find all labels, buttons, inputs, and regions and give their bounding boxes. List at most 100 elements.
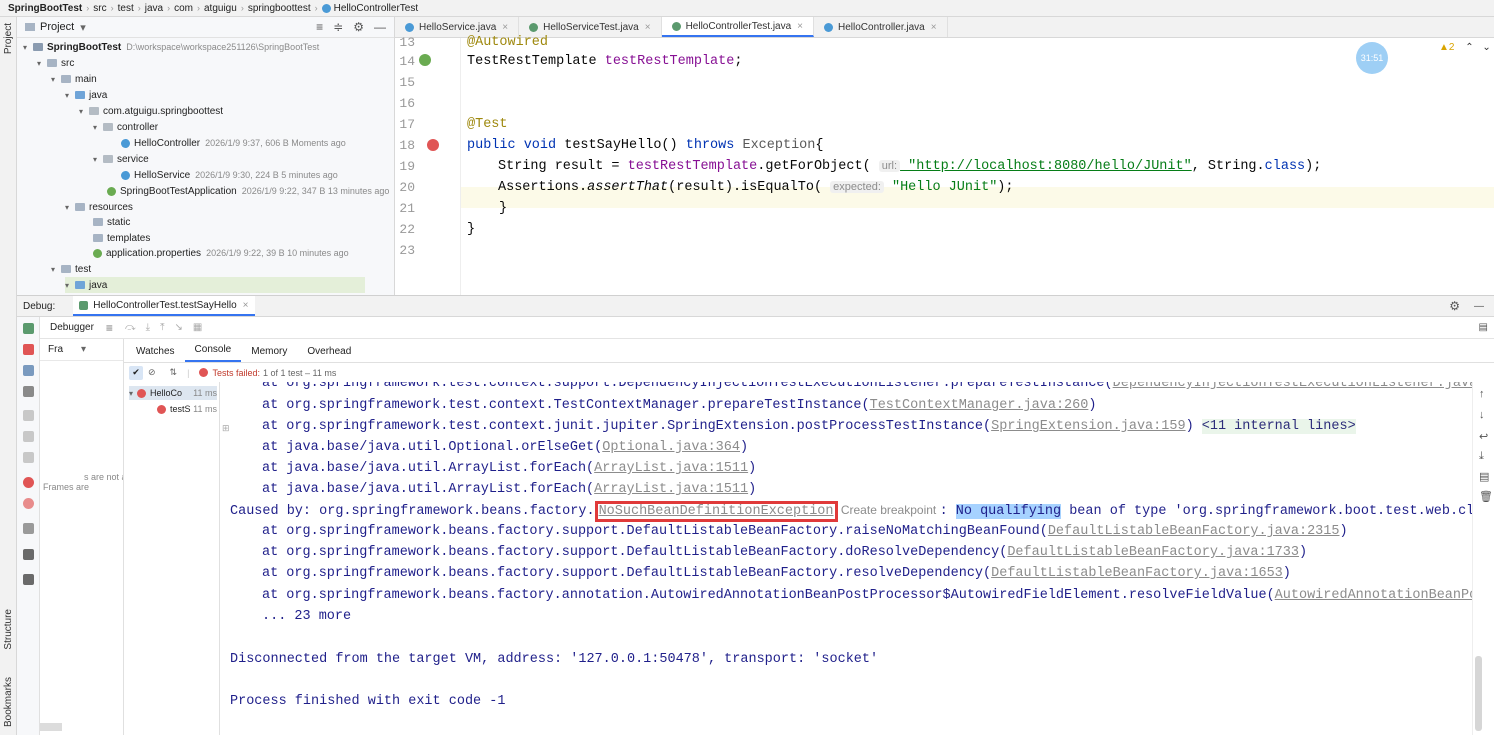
tab-hello-service[interactable]: HelloService.java × [395,17,520,37]
close-icon[interactable]: × [645,22,651,33]
tab-hello-service-test[interactable]: HelloServiceTest.java × [519,17,662,37]
collapse-all-icon[interactable]: ≑ [333,20,343,34]
trash-icon[interactable]: 🗑 [1479,490,1493,503]
chevron-down-icon[interactable]: ⌄ [1482,42,1490,53]
test-tree-item[interactable]: ▾ HelloCo 11 ms [129,386,217,400]
close-icon[interactable]: × [797,21,803,32]
tree-item[interactable]: templates [93,230,150,246]
stop-circle-icon[interactable]: ⊘ [148,367,156,378]
step-into-icon[interactable]: ⤓ [146,322,150,333]
scrollbar[interactable] [40,723,62,731]
tree-item[interactable]: ▾ com.atguigu.springboottest [79,103,223,119]
arrow-down-icon[interactable]: ↓ [1479,409,1485,421]
expand-all-icon[interactable]: ≡ [316,20,323,34]
breadcrumb-item[interactable]: SpringBootTest [8,3,82,14]
check-icon[interactable]: ✔ [129,365,143,380]
code-line[interactable]: public void testSayHello() throws Except… [467,138,824,153]
project-tool-button[interactable]: Project [3,23,14,54]
breadcrumb-item[interactable]: com [174,3,193,14]
tree-item[interactable]: ▾ service [93,151,149,167]
scroll-to-end-icon[interactable]: ⤓ [1479,450,1484,463]
step-over-icon[interactable]: ⤼ [125,322,136,333]
rerun-failed-icon[interactable] [23,344,34,355]
code-line[interactable]: } [467,222,475,237]
print-icon[interactable]: ▤ [1479,470,1489,483]
mute-breakpoints-icon[interactable] [23,498,34,509]
run-to-cursor-icon[interactable]: ↘ [174,322,182,333]
structure-tool-button[interactable]: Structure [3,609,14,650]
pin-icon[interactable] [23,574,34,585]
minimize-icon[interactable]: — [374,20,386,34]
chevron-up-icon[interactable]: ⌃ [1465,42,1473,53]
tree-item[interactable]: ▾ resources [65,199,133,215]
close-icon[interactable]: × [243,300,249,311]
arrow-up-icon[interactable]: ↑ [1479,388,1485,400]
test-tree-item[interactable]: testS 11 ms [157,402,217,416]
console-output[interactable]: at org.springframework.test.context.supp… [220,382,1472,735]
minimize-icon[interactable]: — [1474,301,1484,312]
view-breakpoints-icon[interactable] [23,477,34,488]
step-out-icon[interactable]: ⤒ [160,322,164,333]
tree-item[interactable]: HelloService 2026/1/9 9:30, 224 B 5 minut… [121,167,338,183]
rerun-icon[interactable] [23,323,34,334]
tree-item[interactable]: HelloController 2026/1/9 9:37, 606 B Mome… [121,135,346,151]
gear-icon[interactable]: ⚙ [353,20,364,34]
tree-item[interactable]: SpringBootTestApplication 2026/1/9 9:22, … [107,183,389,199]
breadcrumb-item[interactable]: HelloControllerTest [334,3,418,14]
tree-item[interactable]: ▾ src [37,55,74,71]
menu-icon[interactable]: ≡ [106,321,113,335]
tree-item[interactable]: application.properties 2026/1/9 9:22, 39 … [93,245,349,261]
tree-item[interactable]: static [93,214,130,230]
tab-overhead[interactable]: Overhead [297,346,361,362]
warnings-indicator[interactable]: ▲2 ⌃ ⌄ [1439,42,1491,53]
tab-console[interactable]: Console [184,344,242,362]
chevron-down-icon[interactable]: ▾ [81,344,86,355]
tree-item[interactable]: ▾ java [65,87,107,103]
camera-icon[interactable] [23,523,34,534]
breadcrumb-item[interactable]: atguigu [204,3,237,14]
tab-memory[interactable]: Memory [241,346,297,362]
debug-session-tab[interactable]: HelloControllerTest.testSayHello × [73,296,255,316]
tab-hello-controller-test[interactable]: HelloControllerTest.java × [661,17,815,37]
tree-item[interactable]: ▾ test [51,261,91,277]
code-line[interactable]: } [467,201,507,216]
bookmarks-tool-button[interactable]: Bookmarks [3,677,14,727]
breadcrumb-item[interactable]: src [93,3,106,14]
tree-item[interactable]: ▾ controller [93,119,158,135]
tree-item[interactable]: ▾ java [65,277,365,293]
tree-item[interactable]: ▾ main [51,71,97,87]
code-line[interactable]: TestRestTemplate testRestTemplate; [467,54,742,69]
chevron-down-icon[interactable]: ▾ [80,21,86,34]
project-panel-title[interactable]: Project [40,21,74,33]
scrollbar[interactable] [1475,656,1482,731]
debugger-tab[interactable]: Debugger [50,322,94,333]
gear-icon[interactable]: ⚙ [1449,299,1460,313]
exception-link[interactable]: NoSuchBeanDefinitionException [599,504,834,519]
pause-icon[interactable] [23,431,34,442]
resume-icon[interactable] [23,365,34,376]
evaluate-icon[interactable]: ▦ [193,322,202,333]
fold-icon[interactable]: ⊞ [222,423,230,434]
settings-wrench-icon[interactable] [23,386,34,397]
soft-wrap-icon[interactable]: ↩ [1479,430,1488,443]
create-breakpoint-link[interactable]: Create breakpoint [838,503,940,517]
internal-lines-fold[interactable]: <11 internal lines> [1201,419,1356,434]
tree-item[interactable]: ▾ SpringBootTest D:\workspace\workspace251… [23,39,319,55]
breadcrumb-item[interactable]: test [118,3,134,14]
stop-icon[interactable] [23,452,34,463]
layout-icon[interactable]: ▤ [1479,322,1488,333]
code-line[interactable]: @Test [467,117,508,132]
sort-icon[interactable]: ⇅ [170,367,178,378]
code-line[interactable]: @Autowired [467,35,548,50]
close-icon[interactable]: × [502,22,508,33]
tab-watches[interactable]: Watches [126,346,185,362]
resume-program-icon[interactable] [23,410,34,421]
bean-gutter-icon[interactable] [419,54,431,66]
gear-icon[interactable] [23,549,34,560]
breadcrumb-item[interactable]: java [145,3,163,14]
code-line[interactable]: Assertions.assertThat(result).isEqualTo(… [498,180,1014,195]
code-line[interactable]: String result = testRestTemplate.getForO… [498,159,1321,174]
tab-hello-controller[interactable]: HelloController.java × [814,17,948,37]
breadcrumb-item[interactable]: springboottest [248,3,311,14]
run-test-failed-icon[interactable] [427,139,439,151]
